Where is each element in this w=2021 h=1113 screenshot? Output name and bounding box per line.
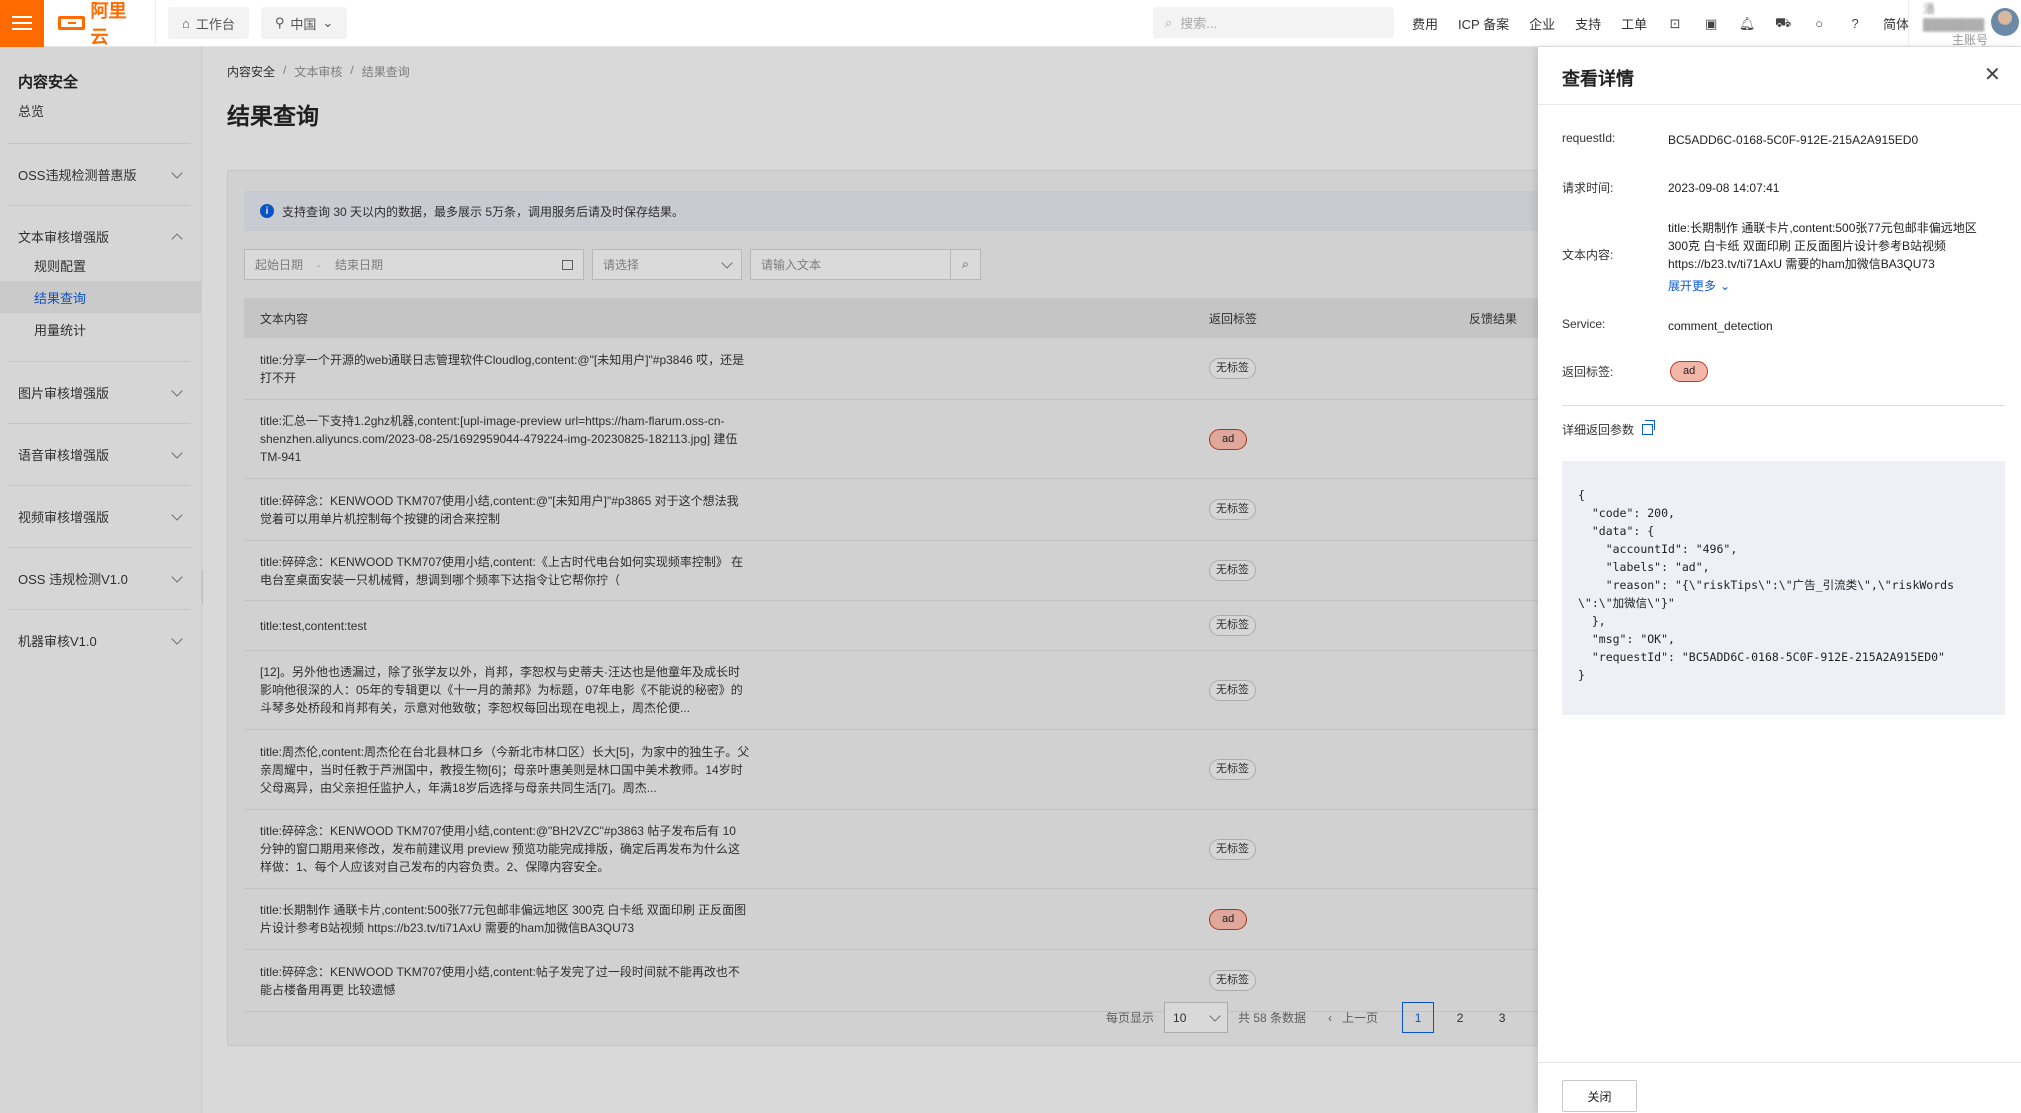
top-link-enterprise[interactable]: 企业 — [1529, 14, 1555, 33]
close-icon[interactable]: ✕ — [1984, 65, 2001, 85]
location-icon: ⚲ — [274, 15, 285, 30]
service-label: Service: — [1562, 317, 1606, 331]
chevron-down-icon: ⌄ — [1720, 279, 1731, 293]
request-time-row: 请求时间: 2023-09-08 14:07:41 — [1562, 179, 1988, 197]
copy-icon[interactable] — [1642, 420, 1656, 435]
label-row: 返回标签: ad — [1562, 361, 1988, 382]
logo-icon — [58, 16, 85, 30]
top-bar: 阿里云 ⌂ 工作台 ⚲ 中国 ⌄ ⌕ 搜索... 费用 ICP 备案 企业 支持… — [0, 0, 2021, 47]
chevron-down-icon: ⌄ — [322, 15, 334, 30]
label-tag: ad — [1670, 361, 1709, 382]
workbench-label: 工作台 — [195, 16, 235, 32]
json-response: { "code": 200, "data": { "accountId": "4… — [1562, 461, 2005, 715]
logo[interactable]: 阿里云 — [44, 0, 156, 47]
request-id-row: requestId: BC5ADD6C-0168-5C0F-912E-215A2… — [1562, 131, 1988, 149]
expand-more-link[interactable]: 展开更多 ⌄ — [1668, 277, 1730, 295]
avatar[interactable] — [1991, 8, 2019, 36]
image-icon[interactable]: ▣ — [1703, 16, 1719, 32]
request-time-value: 2023-09-08 14:07:41 — [1668, 181, 1780, 195]
top-link-ticket[interactable]: 工单 — [1621, 14, 1647, 33]
label-label: 返回标签: — [1562, 365, 1614, 379]
language-switch[interactable]: 简体 — [1883, 14, 1909, 33]
request-id-label: requestId: — [1562, 131, 1616, 145]
user-info[interactable]: 潘▓▓▓▓▓▓▓ 主账号 — [1908, 0, 1988, 47]
request-id-value: BC5ADD6C-0168-5C0F-912E-215A2A915ED0 — [1668, 133, 1919, 147]
detail-params-label: 详细返回参数 — [1562, 423, 1635, 437]
bell-icon[interactable]: 🔔︎ — [1739, 16, 1756, 32]
help-icon[interactable]: ? — [1847, 16, 1863, 32]
user-name: 潘▓▓▓▓▓▓▓ — [1923, 1, 1985, 31]
divider — [1538, 104, 2021, 105]
search-placeholder: 搜索... — [1180, 16, 1218, 31]
bulb-icon[interactable]: ○ — [1811, 16, 1827, 32]
detail-drawer: 查看详情 ✕ requestId: BC5ADD6C-0168-5C0F-912… — [1538, 47, 2021, 1113]
user-role: 主账号 — [1951, 32, 1988, 47]
workbench-button[interactable]: ⌂ 工作台 — [168, 7, 249, 39]
request-time-label: 请求时间: — [1562, 181, 1614, 195]
home-icon: ⌂ — [182, 15, 190, 31]
logo-text: 阿里云 — [90, 1, 127, 47]
content-row: 文本内容: title:长期制作 通联卡片,content:500张77元包邮非… — [1562, 219, 1988, 295]
service-value: comment_detection — [1668, 319, 1773, 333]
region-label: 中国 — [290, 16, 317, 32]
cloud-shell-icon[interactable]: ⊡ — [1667, 16, 1683, 32]
expand-more-label: 展开更多 — [1668, 279, 1717, 293]
search-icon: ⌕ — [1165, 14, 1173, 30]
drawer-title: 查看详情 — [1562, 69, 1634, 89]
cart-icon[interactable]: ⛟ — [1775, 15, 1791, 32]
divider — [1562, 405, 2005, 406]
drawer-mask[interactable] — [0, 47, 1538, 1113]
service-row: Service: comment_detection — [1562, 317, 1988, 335]
global-search-input[interactable]: ⌕ 搜索... — [1153, 7, 1394, 38]
menu-icon[interactable] — [0, 0, 44, 47]
top-link-icp[interactable]: ICP 备案 — [1458, 14, 1509, 33]
top-link-support[interactable]: 支持 — [1575, 14, 1601, 33]
content-value: title:长期制作 通联卡片,content:500张77元包邮非偏远地区 3… — [1668, 221, 1977, 271]
region-selector[interactable]: ⚲ 中国 ⌄ — [260, 7, 348, 39]
content-label: 文本内容: — [1562, 248, 1614, 262]
top-links: 费用 ICP 备案 企业 支持 工单 ⊡ ▣ 🔔︎ ⛟ ○ ? 简体 — [1412, 0, 1909, 47]
close-button[interactable]: 关闭 — [1562, 1080, 1637, 1112]
top-link-billing[interactable]: 费用 — [1412, 14, 1438, 33]
detail-params-row: 详细返回参数 — [1562, 420, 1656, 438]
divider — [1538, 1062, 2021, 1063]
